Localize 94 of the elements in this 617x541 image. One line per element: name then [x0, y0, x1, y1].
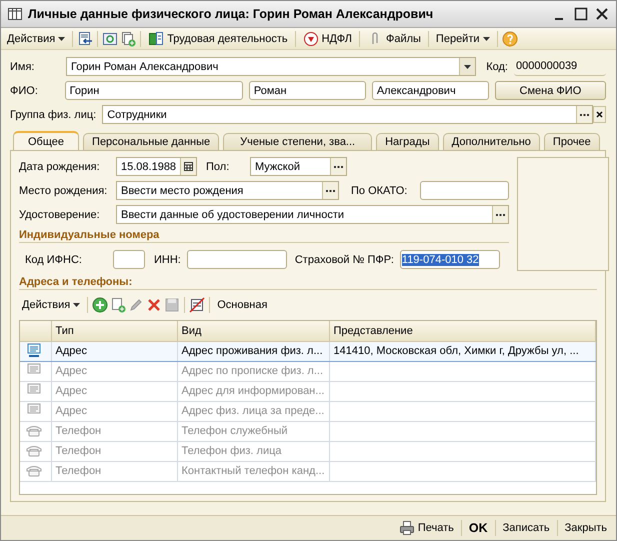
- pencil-icon[interactable]: [128, 296, 144, 313]
- tab[interactable]: Персональные данные: [83, 133, 220, 150]
- change-name-button[interactable]: Смена ФИО: [494, 81, 606, 100]
- sex-field[interactable]: Мужской: [250, 157, 347, 176]
- select-button[interactable]: [330, 158, 346, 175]
- ellipsis-icon: [580, 113, 589, 116]
- table-cell: Телефон служебный: [177, 421, 329, 441]
- ok-button[interactable]: OK: [466, 520, 491, 536]
- section-title: Индивидуальные номера: [19, 229, 509, 243]
- table-cell: Адрес: [51, 381, 177, 401]
- identity-document-field[interactable]: Ввести данные об удостоверении личности: [116, 205, 509, 224]
- column-header[interactable]: Тип: [51, 320, 177, 341]
- field-label: По ОКАТО:: [351, 184, 408, 196]
- actions-menu[interactable]: Действия: [19, 298, 84, 312]
- tab[interactable]: Общее: [13, 131, 80, 150]
- main-button[interactable]: Основная: [214, 298, 270, 312]
- field-label: ИНН:: [154, 254, 181, 266]
- table-cell: Адрес: [51, 341, 177, 361]
- table-cell: Адрес проживания физ. л...: [177, 341, 329, 361]
- pension-number-field[interactable]: 119-074-010 32: [400, 250, 500, 269]
- field-label: Удостоверение:: [19, 208, 101, 220]
- tax-office-code-field[interactable]: [113, 250, 145, 269]
- help-icon[interactable]: [502, 30, 518, 46]
- delete-icon[interactable]: [146, 296, 162, 313]
- caret-icon: [58, 36, 66, 40]
- section-title: Адреса и телефоны:: [19, 276, 597, 290]
- column-header[interactable]: Вид: [177, 320, 329, 341]
- select-button[interactable]: [576, 106, 592, 123]
- middle-name-field[interactable]: Александрович: [372, 81, 489, 100]
- select-button[interactable]: [322, 182, 338, 199]
- field-label: Пол:: [206, 160, 230, 172]
- tab[interactable]: Дополнительно: [442, 133, 540, 150]
- table-cell: Адрес: [51, 401, 177, 421]
- column-header[interactable]: Представление: [329, 320, 596, 341]
- ellipsis-icon: [496, 213, 505, 216]
- field-label: Код ИФНС:: [25, 254, 83, 266]
- save-button[interactable]: Записать: [500, 521, 553, 535]
- clear-icon[interactable]: [593, 106, 606, 123]
- calendar-button[interactable]: [180, 158, 196, 175]
- table-cell: Телефон: [51, 441, 177, 461]
- caret-icon: [73, 302, 80, 307]
- field-label: Место рождения:: [19, 184, 108, 196]
- form-icon: [7, 6, 23, 22]
- ellipsis-icon: [326, 189, 335, 192]
- select-button[interactable]: [492, 206, 508, 223]
- okato-field[interactable]: [420, 181, 509, 200]
- field-label: Страховой № ПФР:: [294, 254, 394, 266]
- printer-icon: [398, 520, 415, 536]
- ellipsis-icon: [334, 165, 343, 168]
- last-name-field[interactable]: Горин: [64, 81, 243, 100]
- goto-menu[interactable]: Перейти: [432, 32, 493, 46]
- maximize-button[interactable]: [573, 6, 589, 22]
- first-name-field[interactable]: Роман: [248, 81, 366, 100]
- table-cell: Контактный телефон канд...: [177, 461, 329, 481]
- table-cell: Телефон: [51, 461, 177, 481]
- birthplace-field[interactable]: Ввести место рождения: [116, 181, 339, 200]
- copy-add-icon[interactable]: [110, 296, 126, 313]
- emblem-icon: [302, 30, 319, 46]
- table-cell: Телефон физ. лица: [177, 441, 329, 461]
- close-button[interactable]: Закрыть: [562, 521, 610, 535]
- field-label: ФИО:: [10, 84, 39, 96]
- copy-add-icon[interactable]: [120, 30, 136, 46]
- tab[interactable]: Прочее: [544, 133, 600, 150]
- name-field[interactable]: Горин Роман Александрович: [66, 57, 476, 76]
- inn-field[interactable]: [186, 250, 287, 269]
- document-icon: [148, 30, 164, 46]
- close-button[interactable]: [594, 6, 610, 22]
- window-title: Личные данные физического лица: Горин Роман Александрович: [28, 7, 434, 21]
- caret-icon: [464, 64, 472, 68]
- code-field[interactable]: 0000000039: [514, 57, 606, 76]
- field-label: Группа физ. лиц:: [10, 108, 96, 120]
- field-label: Код:: [486, 60, 508, 72]
- table-cell: Адрес физ. лица за преде...: [177, 401, 329, 421]
- group-field[interactable]: Сотрудники: [102, 105, 593, 124]
- tab[interactable]: Ученые степени, зва...: [223, 133, 372, 150]
- dropdown-button[interactable]: [459, 58, 476, 75]
- tab[interactable]: Награды: [376, 133, 439, 150]
- files-button[interactable]: Файлы: [364, 30, 424, 48]
- crossed-list-icon[interactable]: [189, 296, 206, 313]
- calendar-icon: [184, 162, 193, 171]
- add-icon[interactable]: [92, 296, 108, 313]
- field-label: Дата рождения:: [19, 160, 101, 172]
- table-cell: Адрес для информирован...: [177, 381, 329, 401]
- caret-icon: [482, 36, 490, 40]
- labor-activity-button[interactable]: Трудовая деятельность: [145, 30, 291, 48]
- table-cell: 141410, Московская обл, Химки г, Дружбы ул, ...: [329, 341, 596, 361]
- table-cell: Телефон: [51, 421, 177, 441]
- table-cell: Адрес по прописке физ. л...: [177, 361, 329, 381]
- table-cell: Адрес: [51, 361, 177, 381]
- actions-menu[interactable]: Действия: [4, 32, 68, 46]
- field-label: Имя:: [10, 60, 36, 72]
- birth-date-field[interactable]: 15.08.1988: [116, 157, 197, 176]
- print-button[interactable]: Печать: [396, 519, 457, 537]
- ndfl-button[interactable]: НДФЛ: [300, 30, 355, 48]
